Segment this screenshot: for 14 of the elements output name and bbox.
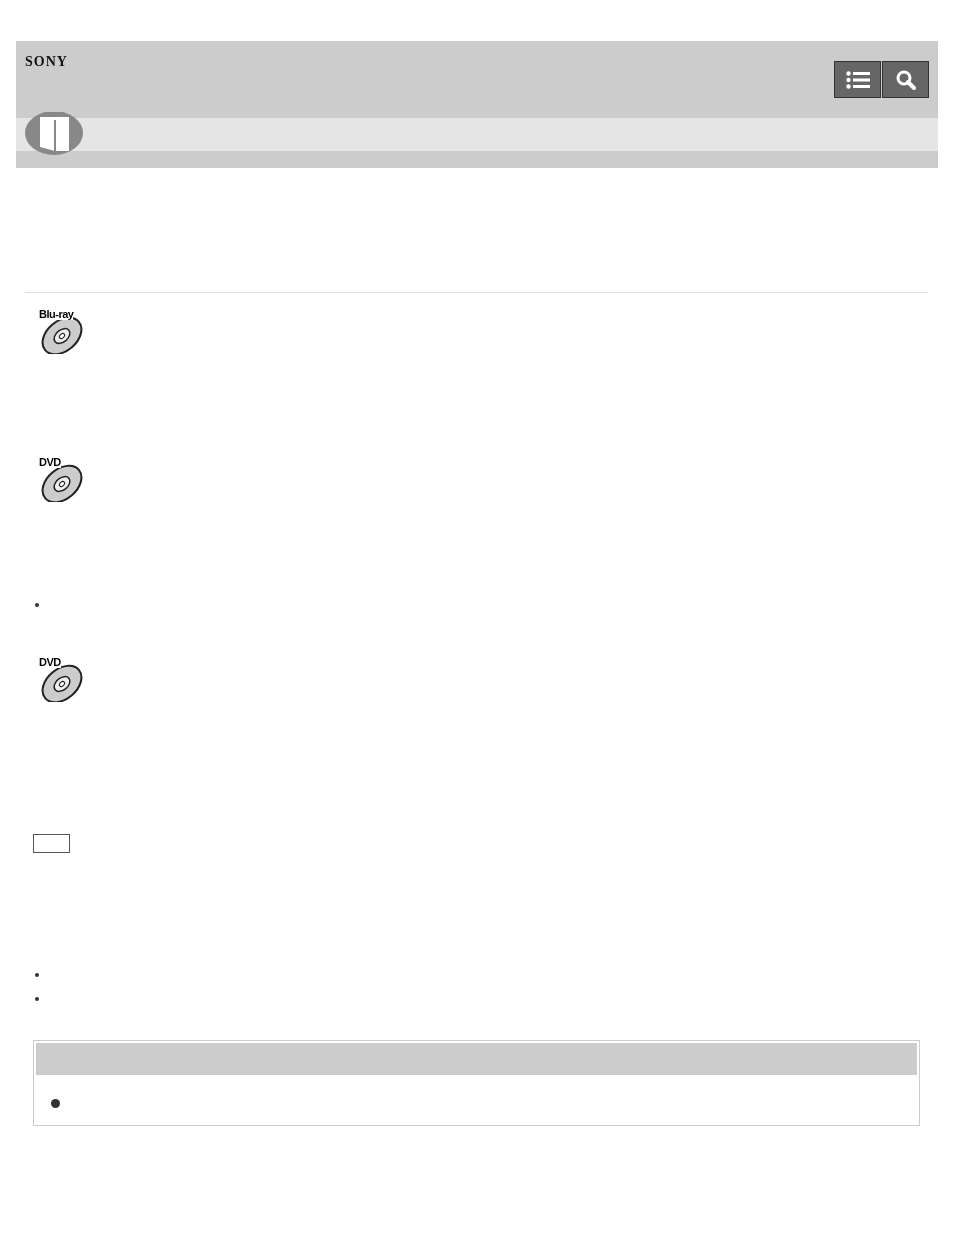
disc-label: DVD xyxy=(39,456,61,468)
search-icon xyxy=(895,69,916,90)
menu-icon xyxy=(845,70,870,89)
search-button[interactable] xyxy=(882,61,929,98)
menu-button[interactable] xyxy=(834,61,881,98)
bullet-icon xyxy=(35,997,39,1001)
disc-label: Blu-ray xyxy=(39,308,74,320)
book-icon xyxy=(25,112,83,155)
disc-label: DVD xyxy=(39,656,61,668)
bullet-icon xyxy=(51,1099,60,1108)
empty-frame xyxy=(33,834,70,853)
bullet-icon xyxy=(35,973,39,977)
bullet-icon xyxy=(35,603,39,607)
logo: SONY xyxy=(25,54,68,70)
